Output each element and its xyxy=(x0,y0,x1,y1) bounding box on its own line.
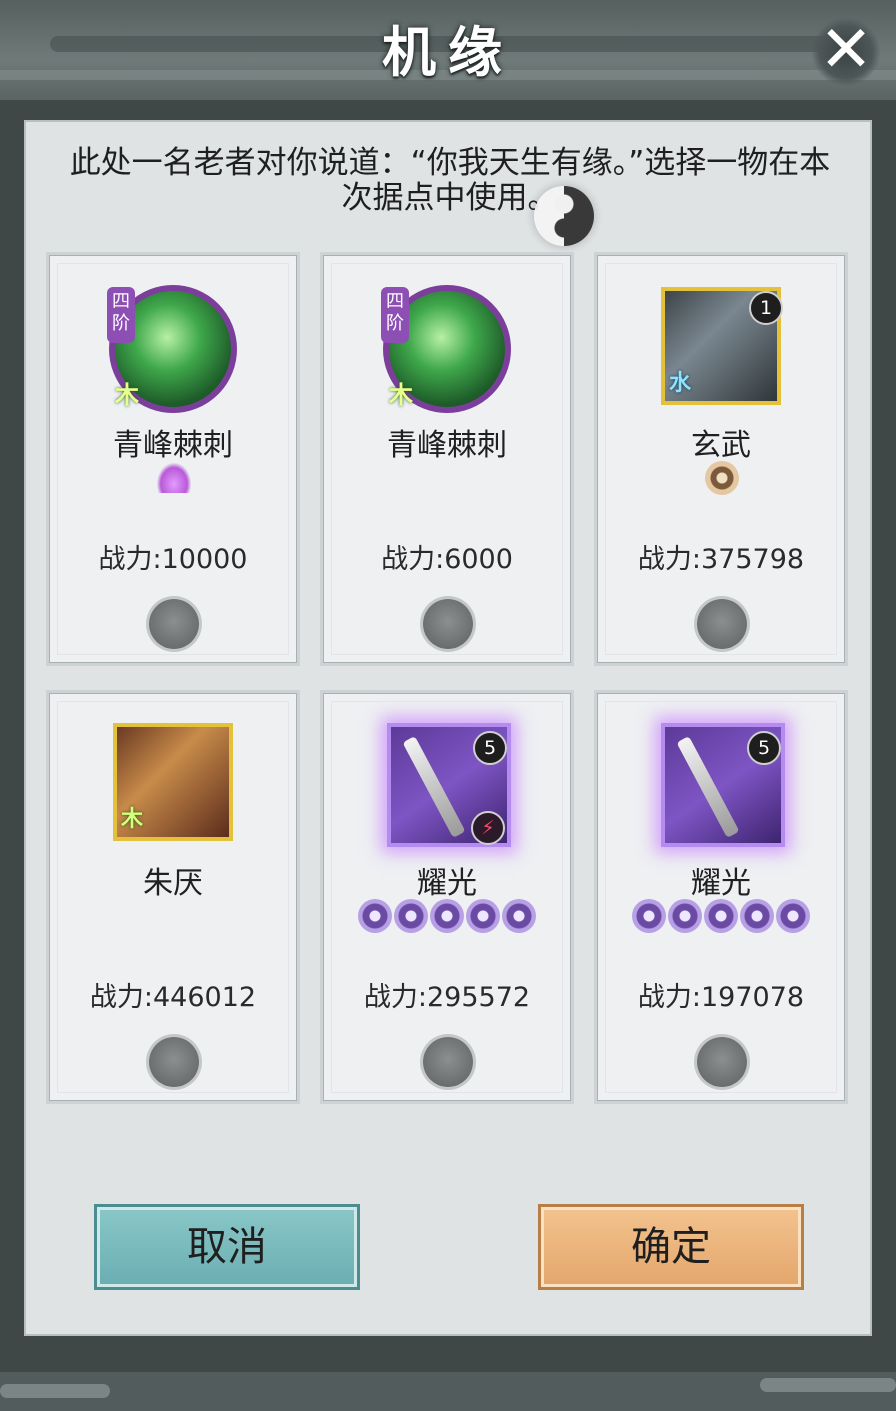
flame-icon xyxy=(157,463,191,493)
pet-portrait-icon: 木 xyxy=(113,723,233,841)
dialog-title: 机缘 xyxy=(382,20,514,84)
choice-card-6[interactable]: 5 耀光 战力:197078 xyxy=(594,690,848,1104)
star-rating xyxy=(323,899,571,941)
card-name: 朱厌 xyxy=(143,866,203,901)
choice-card-4[interactable]: 木 朱厌 战力:446012 xyxy=(46,690,300,1104)
choice-card-5[interactable]: 5 ⚡ 耀光 战力:295572 xyxy=(320,690,574,1104)
select-radio[interactable] xyxy=(149,599,199,649)
card-power: 战力:446012 xyxy=(89,982,257,1013)
yin-yang-icon xyxy=(534,186,594,246)
select-radio[interactable] xyxy=(697,1037,747,1087)
close-button[interactable]: ✕ xyxy=(812,18,880,86)
card-name: 青峰棘刺 xyxy=(113,428,233,463)
choice-card-3[interactable]: 水 1 玄武 战力:375798 xyxy=(594,252,848,666)
confirm-button[interactable]: 确定 xyxy=(538,1204,804,1290)
element-icon: 木 xyxy=(389,381,413,409)
card-power: 战力:295572 xyxy=(363,982,531,1013)
card-power: 战力:6000 xyxy=(381,544,513,575)
pet-type-icon xyxy=(705,461,739,495)
tier-tag: 四阶 xyxy=(107,287,135,343)
choice-card-2[interactable]: 四阶 木 青峰棘刺 战力:6000 xyxy=(320,252,574,666)
bottom-decoration xyxy=(0,1372,896,1411)
element-icon: 木 xyxy=(115,381,139,409)
choice-card-1[interactable]: 四阶 木 青峰棘刺 战力:10000 xyxy=(46,252,300,666)
level-badge: 5 xyxy=(473,731,507,765)
element-icon: 水 xyxy=(669,371,692,396)
card-power: 战力:375798 xyxy=(637,544,805,575)
card-name: 耀光 xyxy=(691,866,751,901)
lock-icon: ⚡ xyxy=(471,811,505,845)
tier-tag: 四阶 xyxy=(381,287,409,343)
card-name: 玄武 xyxy=(691,428,751,463)
card-name: 耀光 xyxy=(417,866,477,901)
level-badge: 5 xyxy=(747,731,781,765)
title-bar: 机缘 ✕ xyxy=(0,0,896,100)
card-name: 青峰棘刺 xyxy=(387,428,507,463)
card-power: 战力:10000 xyxy=(98,544,248,575)
select-radio[interactable] xyxy=(423,1037,473,1087)
select-radio[interactable] xyxy=(149,1037,199,1087)
dialog-prompt: 此处一名老者对你说道：“你我天生有缘。”选择一物在本次据点中使用。 xyxy=(69,145,831,216)
select-radio[interactable] xyxy=(697,599,747,649)
select-radio[interactable] xyxy=(423,599,473,649)
cancel-button[interactable]: 取消 xyxy=(94,1204,360,1290)
star-rating xyxy=(597,899,845,941)
close-icon: ✕ xyxy=(819,13,873,87)
level-badge: 1 xyxy=(749,291,783,325)
element-icon: 木 xyxy=(121,807,144,832)
card-power: 战力:197078 xyxy=(637,982,805,1013)
